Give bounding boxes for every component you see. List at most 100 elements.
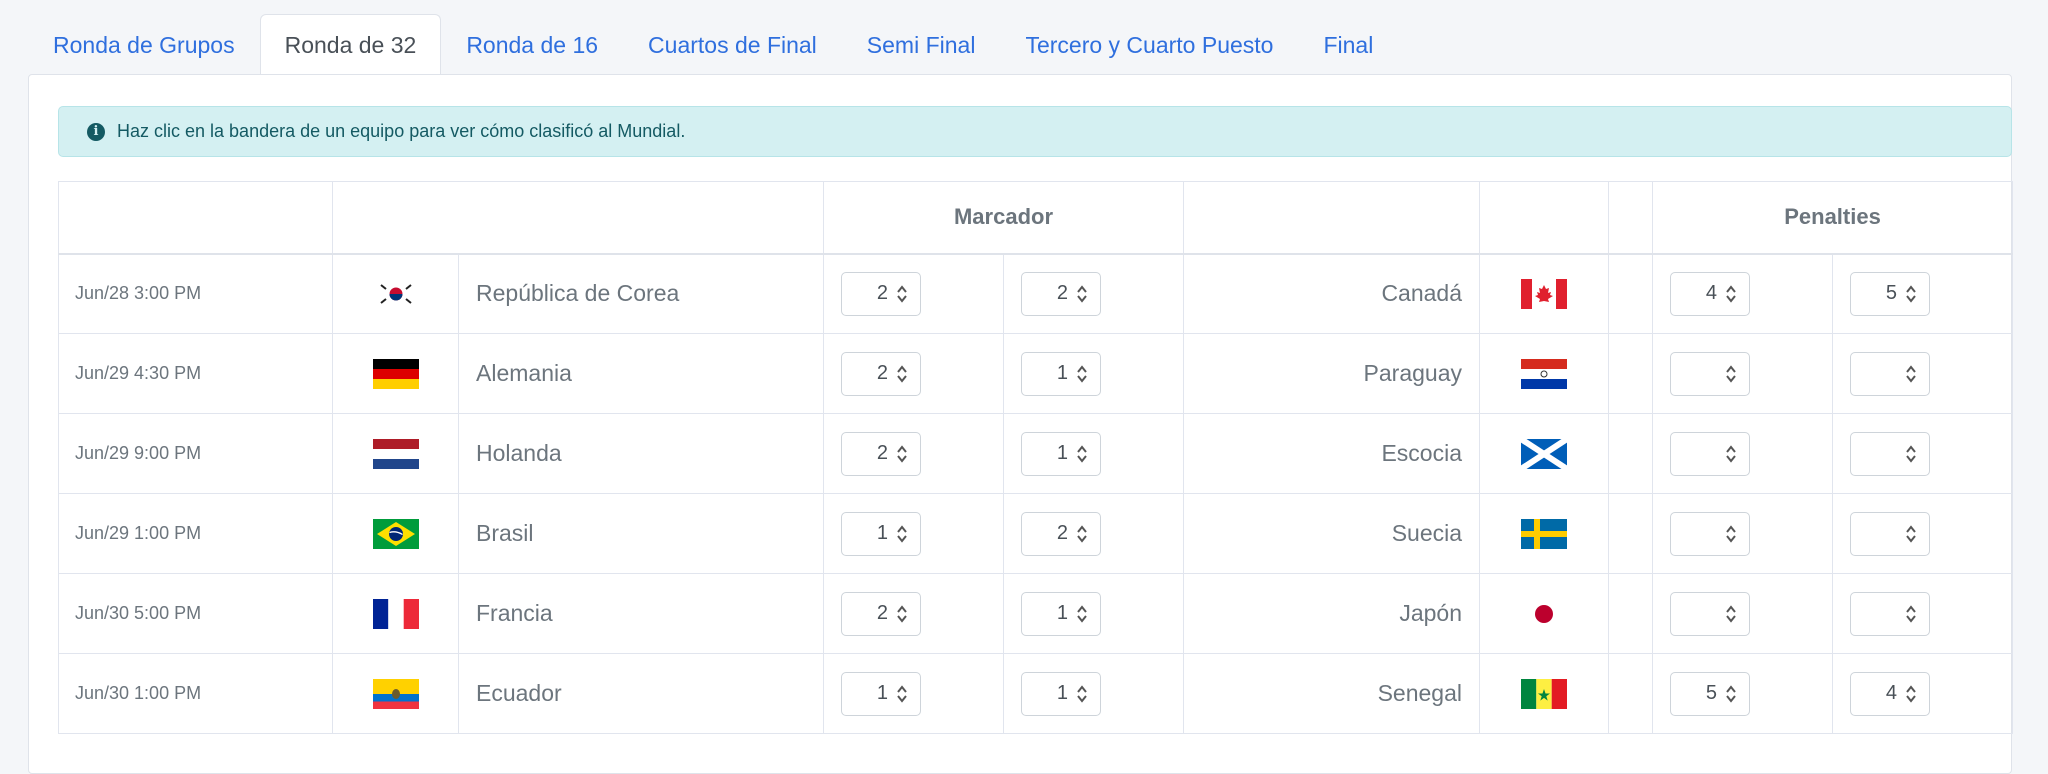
match-row: Jun/29 1:00 PM Brasil 1 2 Suecia [58, 493, 2014, 574]
home-penalties-input[interactable]: 5 [1670, 671, 1751, 716]
tab-ronda-de-16[interactable]: Ronda de 16 [441, 14, 623, 75]
away-penalties-input[interactable] [1850, 351, 1931, 396]
spinner-arrows-icon[interactable] [896, 522, 920, 546]
away-score-input-value: 2 [1056, 282, 1068, 305]
tab-tercero-y-cuarto-puesto[interactable]: Tercero y Cuarto Puesto [1000, 14, 1298, 75]
home-penalties-input[interactable] [1670, 591, 1751, 636]
spinner-arrows-icon[interactable] [896, 442, 920, 466]
home-score-input[interactable]: 1 [841, 511, 921, 556]
tab-ronda-de-32[interactable]: Ronda de 32 [259, 14, 442, 76]
away-score-input-value: 2 [1056, 522, 1068, 544]
canada-flag-icon[interactable] [1521, 278, 1568, 309]
home-score-input-value: 2 [876, 602, 888, 624]
home-penalties-input[interactable] [1670, 511, 1751, 556]
home-score-input[interactable]: 2 [841, 271, 921, 316]
spinner-arrows-icon[interactable] [1725, 682, 1749, 706]
home-team-name: Ecuador [458, 653, 824, 734]
south-korea-flag-icon[interactable] [372, 278, 419, 309]
spinner-arrows-icon[interactable] [1076, 442, 1100, 466]
away-penalties-input[interactable] [1850, 431, 1931, 476]
away-penalties-input-value: 5 [1885, 282, 1898, 305]
match-date: Jun/30 5:00 PM [58, 573, 333, 654]
matches-table: Marcador Penalties Jun/28 3:00 PM Repúbli… [58, 181, 2014, 734]
spinner-arrows-icon[interactable] [1905, 362, 1929, 386]
away-penalties-input[interactable] [1850, 511, 1931, 556]
home-score-input[interactable]: 1 [841, 671, 921, 716]
header-penalties: Penalties [1652, 181, 2014, 255]
home-penalties-input[interactable] [1670, 351, 1751, 396]
away-team-name: Senegal [1183, 653, 1481, 734]
spinner-arrows-icon[interactable] [1905, 602, 1929, 626]
home-penalties-input[interactable]: 4 [1670, 271, 1751, 316]
senegal-flag-icon[interactable] [1521, 678, 1568, 709]
tab-cuartos-de-final[interactable]: Cuartos de Final [623, 14, 842, 75]
away-penalties-input-value: 4 [1885, 682, 1898, 704]
away-score-input[interactable]: 1 [1021, 431, 1101, 476]
match-date: Jun/29 9:00 PM [58, 413, 333, 494]
france-flag-icon[interactable] [372, 598, 419, 629]
spinner-arrows-icon[interactable] [1905, 522, 1929, 546]
away-penalties-input[interactable] [1850, 591, 1931, 636]
info-alert: i Haz clic en la bandera de un equipo pa… [58, 106, 2012, 157]
japan-flag-icon[interactable] [1521, 598, 1568, 629]
home-team-name: Brasil [458, 493, 824, 574]
home-score-input[interactable]: 2 [841, 431, 921, 476]
tab-semi-final[interactable]: Semi Final [842, 14, 1001, 75]
home-score-input-value: 1 [876, 522, 888, 544]
spinner-arrows-icon[interactable] [896, 682, 920, 706]
away-score-input-value: 1 [1056, 682, 1068, 704]
home-score-input-value: 2 [876, 442, 888, 464]
match-row: Jun/30 5:00 PM Francia 2 1 Japón [58, 573, 2014, 654]
spinner-arrows-icon[interactable] [1076, 682, 1100, 706]
tab-final[interactable]: Final [1298, 14, 1398, 75]
home-penalties-input-value: 4 [1705, 282, 1718, 305]
paraguay-flag-icon[interactable] [1521, 358, 1568, 389]
germany-flag-icon[interactable] [372, 358, 419, 389]
away-team-name: Paraguay [1183, 333, 1481, 414]
scotland-flag-icon[interactable] [1521, 438, 1568, 469]
spinner-arrows-icon[interactable] [1905, 442, 1929, 466]
spinner-arrows-icon[interactable] [1725, 362, 1749, 386]
sweden-flag-icon[interactable] [1521, 518, 1568, 549]
home-team-name: República de Corea [458, 253, 824, 334]
away-score-input[interactable]: 2 [1021, 511, 1101, 556]
home-score-input-value: 2 [876, 282, 888, 305]
away-score-input[interactable]: 2 [1021, 271, 1101, 316]
netherlands-flag-icon[interactable] [372, 438, 419, 469]
spinner-arrows-icon[interactable] [1076, 282, 1100, 306]
away-score-input[interactable]: 1 [1021, 671, 1101, 716]
brazil-flag-icon[interactable] [372, 518, 419, 549]
match-row: Jun/29 4:30 PM Alemania 2 1 Paraguay [58, 333, 2014, 414]
spinner-arrows-icon[interactable] [896, 282, 920, 306]
away-team-name: Japón [1183, 573, 1481, 654]
home-team-name: Holanda [458, 413, 824, 494]
home-penalties-input[interactable] [1670, 431, 1751, 476]
spinner-arrows-icon[interactable] [1076, 522, 1100, 546]
away-penalties-input[interactable]: 4 [1850, 671, 1931, 716]
home-score-input-value: 2 [876, 362, 888, 384]
spinner-arrows-icon[interactable] [896, 602, 920, 626]
home-penalties-input-value: 5 [1705, 682, 1718, 704]
match-date: Jun/29 4:30 PM [58, 333, 333, 414]
home-score-input[interactable]: 2 [841, 591, 921, 636]
spinner-arrows-icon[interactable] [1905, 282, 1929, 306]
spinner-arrows-icon[interactable] [1725, 522, 1749, 546]
spinner-arrows-icon[interactable] [1076, 602, 1100, 626]
away-score-input-value: 1 [1056, 442, 1068, 464]
away-score-input[interactable]: 1 [1021, 591, 1101, 636]
round-tabs: Ronda de Grupos Ronda de 32 Ronda de 16 Cua… [28, 14, 1398, 76]
info-circle-icon: i [87, 122, 105, 141]
spinner-arrows-icon[interactable] [1905, 682, 1929, 706]
spinner-arrows-icon[interactable] [896, 362, 920, 386]
spinner-arrows-icon[interactable] [1076, 362, 1100, 386]
ecuador-flag-icon[interactable] [372, 678, 419, 709]
spinner-arrows-icon[interactable] [1725, 442, 1749, 466]
away-score-input[interactable]: 1 [1021, 351, 1101, 396]
spinner-arrows-icon[interactable] [1725, 282, 1749, 306]
home-score-input[interactable]: 2 [841, 351, 921, 396]
match-row: Jun/30 1:00 PM Ecuador 1 1 Senegal 5 4 [58, 653, 2014, 734]
spinner-arrows-icon[interactable] [1725, 602, 1749, 626]
match-row: Jun/28 3:00 PM República de Corea 2 2 Canadá… [58, 253, 2014, 334]
tab-ronda-de-grupos[interactable]: Ronda de Grupos [28, 14, 260, 75]
away-penalties-input[interactable]: 5 [1850, 271, 1931, 316]
